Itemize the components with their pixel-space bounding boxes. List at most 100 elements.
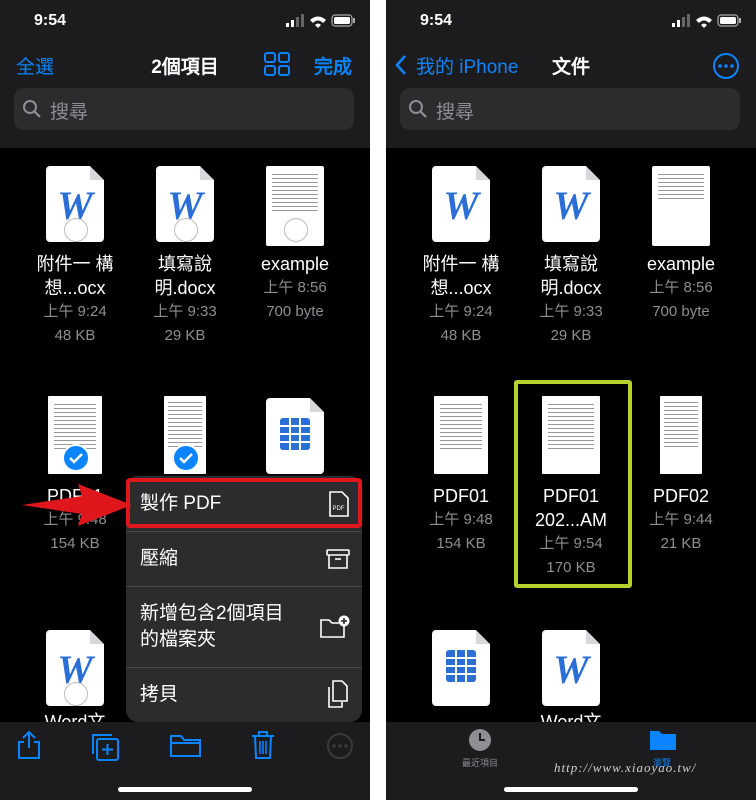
tab-recent[interactable]: 最近項目 [450, 728, 510, 772]
file-name: 填寫說 [158, 254, 212, 274]
archive-box-icon [326, 549, 350, 569]
file-size: 154 KB [436, 535, 486, 552]
file-time: 上午 9:48 [429, 511, 493, 528]
folder-icon [650, 731, 676, 750]
file-size: 154 KB [50, 535, 100, 552]
file-size: 700 byte [266, 303, 324, 320]
word-doc-icon: W [432, 166, 490, 242]
page-title: 2個項目 [151, 57, 219, 78]
file-time: 上午 8:56 [263, 279, 327, 296]
right-phone-screen: 9:54 我的 iPhone 文件 搜尋 W 附件一 構 想...ocx 上午 … [386, 0, 756, 800]
file-time: 上午 9:33 [153, 303, 217, 320]
file-item[interactable]: PDF02 上午 9:44 21 KB [626, 394, 736, 554]
search-icon [23, 100, 41, 118]
word-doc-icon: W [46, 166, 104, 242]
file-size: 700 byte [652, 303, 710, 320]
status-time: 9:54 [34, 12, 67, 29]
status-icons [286, 14, 355, 28]
word-doc-icon: W [542, 630, 600, 706]
file-size: 29 KB [550, 327, 592, 344]
file-time: 上午 9:44 [649, 511, 713, 528]
home-indicator [504, 787, 638, 792]
file-name-line2: 想...ocx [44, 278, 106, 298]
file-time: 上午 9:33 [539, 303, 603, 320]
left-phone-screen: 9:54 全選 2個項目 完成 搜尋 W 附件一 構 想...ocx 上午 9:… [0, 0, 370, 800]
file-item-selected[interactable]: PDF01 上午 9:48 154 KB [20, 394, 130, 554]
file-item[interactable]: PDF01 上午 9:48 154 KB [406, 394, 516, 554]
more-options-icon[interactable] [712, 52, 740, 80]
highlight-box [126, 478, 362, 528]
spreadsheet-doc-icon [432, 630, 490, 706]
file-item[interactable] [240, 394, 350, 474]
more-icon[interactable] [326, 732, 354, 760]
red-arrow-annotation [22, 484, 132, 526]
highlight-box [514, 380, 632, 588]
file-name: example [646, 254, 716, 274]
folder-add-icon [320, 615, 350, 638]
menu-item-label-line2: 的檔案夾 [140, 629, 217, 650]
status-icons [672, 14, 741, 28]
search-icon [409, 100, 427, 118]
file-item[interactable]: W 附件一 構 想...ocx 上午 9:24 48 KB [20, 162, 130, 352]
file-name: 附件一 構 [36, 254, 114, 274]
menu-item-label: 壓縮 [140, 548, 179, 569]
select-all-button[interactable]: 全選 [16, 52, 54, 79]
document-thumbnail [652, 166, 710, 246]
word-doc-icon: W [542, 166, 600, 242]
done-button[interactable]: 完成 [314, 52, 352, 79]
grid-view-icon[interactable] [264, 52, 290, 76]
move-folder-icon[interactable] [170, 734, 202, 758]
trash-icon[interactable] [250, 730, 276, 760]
word-doc-icon: W [156, 166, 214, 242]
file-size: 48 KB [54, 327, 96, 344]
file-size: 48 KB [440, 327, 482, 344]
file-item-selected[interactable] [130, 394, 240, 474]
page-title: 文件 [551, 57, 590, 78]
share-icon[interactable] [16, 730, 42, 760]
file-name: 附件一 構 [422, 254, 500, 274]
file-size: 21 KB [660, 535, 702, 552]
duplicate-icon[interactable] [90, 732, 120, 762]
tab-label: 最近項目 [461, 758, 498, 768]
file-item[interactable] [406, 628, 516, 728]
file-time: 上午 9:24 [429, 303, 493, 320]
chevron-left-icon [395, 55, 406, 75]
menu-item-label: 新增包含2個項目 [140, 603, 284, 624]
menu-item-compress[interactable]: 壓縮 [126, 532, 362, 587]
watermark-text: http://www.xiaoyao.tw/ [554, 760, 697, 775]
spreadsheet-doc-icon [266, 398, 324, 474]
search-placeholder: 搜尋 [436, 102, 475, 123]
pdf-thumbnail [434, 396, 488, 474]
search-input[interactable]: 搜尋 [14, 88, 354, 130]
file-name: example [260, 254, 330, 274]
search-input[interactable]: 搜尋 [400, 88, 740, 130]
menu-item-label: 拷貝 [140, 684, 179, 705]
document-thumbnail [266, 166, 324, 246]
file-name-line2: 明.docx [154, 278, 216, 298]
clock-icon [469, 729, 491, 751]
file-name-line2: 明.docx [540, 278, 602, 298]
file-item[interactable]: W 附件一 構 想...ocx 上午 9:24 48 KB [406, 162, 516, 352]
search-placeholder: 搜尋 [50, 102, 89, 123]
file-name: 填寫說 [544, 254, 598, 274]
file-item[interactable]: W Word文 [20, 628, 130, 732]
status-time: 9:54 [420, 12, 453, 29]
file-item[interactable]: W 填寫說 明.docx 上午 9:33 29 KB [516, 162, 626, 352]
file-time: 上午 9:24 [43, 303, 107, 320]
pdf-thumbnail [660, 396, 702, 474]
file-name-line2: 想...ocx [430, 278, 492, 298]
word-doc-icon: W [46, 630, 104, 706]
file-time: 上午 8:56 [649, 279, 713, 296]
checkmark-icon [172, 444, 200, 472]
file-item[interactable]: W 填寫說 明.docx 上午 9:33 29 KB [130, 162, 240, 352]
back-label: 我的 iPhone [416, 57, 519, 78]
file-item[interactable]: example 上午 8:56 700 byte [626, 162, 736, 352]
file-item[interactable]: W Word文 [516, 628, 626, 732]
menu-item-new-folder-with-items[interactable]: 新增包含2個項目 的檔案夾 [126, 587, 362, 668]
menu-item-copy[interactable]: 拷貝 [126, 668, 362, 722]
file-size: 29 KB [164, 327, 206, 344]
file-item[interactable]: example 上午 8:56 700 byte [240, 162, 350, 352]
home-indicator [118, 787, 252, 792]
checkmark-icon [62, 444, 90, 472]
file-name: PDF02 [652, 486, 710, 506]
